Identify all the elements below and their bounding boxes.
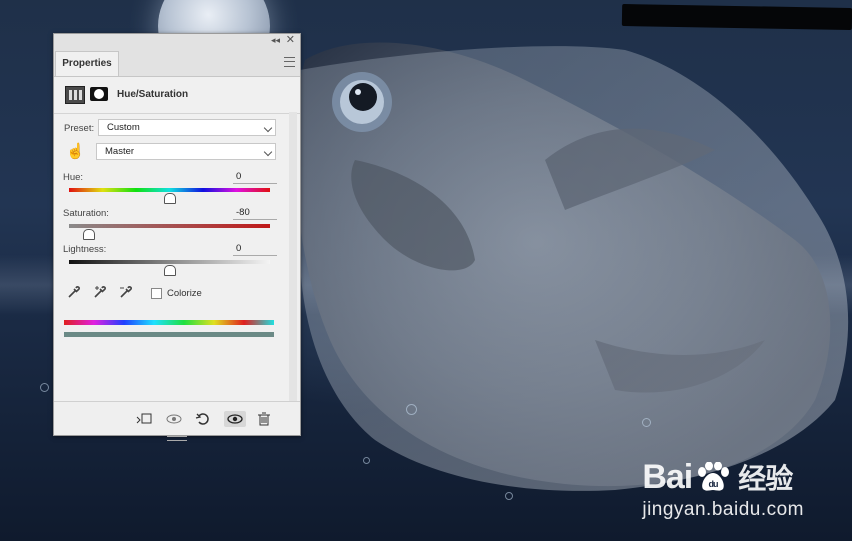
double-chevron-left-icon[interactable]: ◂◂ — [271, 34, 280, 46]
hue-slider-track[interactable] — [69, 188, 270, 192]
baidu-logo: Bai du 经验 — [642, 457, 804, 497]
panel-scrollbar[interactable] — [289, 112, 297, 402]
lightness-label: Lightness: — [63, 244, 107, 255]
channel-dropdown[interactable]: Master — [96, 143, 276, 160]
bubble — [40, 383, 49, 392]
lightness-slider-track[interactable] — [69, 260, 270, 264]
preset-label: Preset: — [64, 123, 95, 134]
panel-titlebar[interactable]: ◂◂ ✕ — [54, 34, 300, 46]
colorize-label: Colorize — [167, 288, 202, 299]
saturation-slider-track[interactable] — [69, 224, 270, 228]
chevron-down-icon — [263, 147, 273, 157]
fish-image — [295, 42, 849, 491]
reset-icon[interactable] — [194, 411, 212, 427]
bubble — [505, 492, 513, 500]
panel-bottom-toolbar — [54, 401, 300, 435]
properties-panel: ◂◂ ✕ Properties Hue/Saturation Preset: C… — [53, 33, 301, 441]
bubble — [363, 457, 370, 464]
close-icon[interactable]: ✕ — [286, 34, 295, 46]
adjustment-title: Hue/Saturation — [117, 89, 189, 100]
saturation-value-field[interactable]: -80 — [233, 206, 277, 220]
lightness-value-field[interactable]: 0 — [233, 242, 277, 256]
bubble — [406, 404, 417, 415]
watermark-url: jingyan.baidu.com — [642, 499, 804, 520]
layer-mask-icon[interactable] — [90, 87, 108, 101]
dark-stroke — [621, 3, 852, 31]
logo-cn-text: 经验 — [738, 463, 793, 494]
hue-value-field[interactable]: 0 — [233, 170, 277, 184]
eyedropper-icon[interactable] — [66, 284, 82, 300]
logo-du-text: du — [709, 479, 718, 489]
baidu-paw-icon: du — [698, 462, 730, 491]
adjustment-header: Hue/Saturation — [54, 77, 300, 114]
panel-menu-icon[interactable] — [284, 57, 295, 67]
hue-saturation-adjustment-icon[interactable] — [65, 86, 85, 104]
preset-value: Custom — [107, 122, 140, 133]
panel-resize-grip[interactable] — [167, 436, 187, 441]
hue-label: Hue: — [63, 172, 84, 183]
saturation-label: Saturation: — [63, 208, 109, 219]
baidu-watermark: Bai du 经验 jingyan.baidu.com — [642, 457, 804, 521]
output-color-range-bar — [64, 332, 274, 337]
bubble — [642, 418, 651, 427]
hand-icon[interactable]: ☝ — [66, 142, 85, 160]
preset-dropdown[interactable]: Custom — [98, 119, 276, 136]
tab-properties[interactable]: Properties — [55, 51, 119, 76]
view-previous-icon[interactable] — [165, 411, 183, 427]
trash-icon[interactable] — [255, 411, 273, 427]
eyedropper-minus-icon[interactable] — [118, 284, 134, 300]
visibility-eye-icon[interactable] — [224, 411, 246, 427]
logo-text: Bai — [642, 457, 693, 496]
eyedropper-plus-icon[interactable] — [92, 284, 108, 300]
clip-to-layer-icon[interactable] — [135, 411, 153, 427]
colorize-checkbox[interactable] — [151, 288, 162, 299]
input-color-range-bar — [64, 320, 274, 325]
chevron-down-icon — [263, 123, 273, 133]
channel-value: Master — [105, 146, 135, 157]
tab-bar: Properties — [54, 46, 300, 77]
